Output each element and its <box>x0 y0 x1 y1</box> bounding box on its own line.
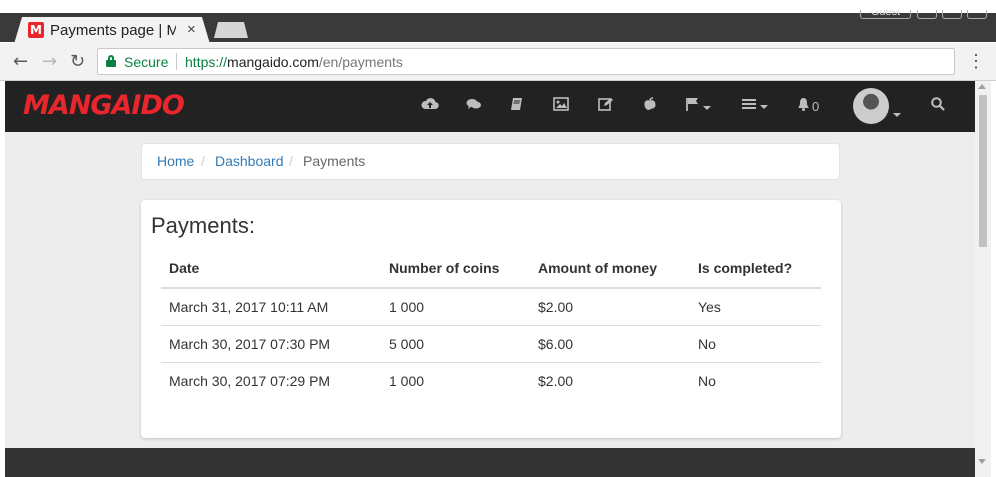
chevron-down-icon <box>703 105 711 110</box>
secure-label: Secure <box>124 54 169 70</box>
comments-icon[interactable] <box>466 97 482 115</box>
column-header-completed: Is completed? <box>698 260 793 276</box>
address-separator <box>176 53 177 70</box>
column-header-date: Date <box>169 260 200 276</box>
table-cell-completed: Yes <box>698 299 721 315</box>
scroll-up-arrow-icon[interactable] <box>978 84 986 89</box>
upload-cloud-icon[interactable] <box>421 97 439 115</box>
notifications-count: 0 <box>812 99 820 114</box>
table-header-divider <box>161 287 821 289</box>
url-text[interactable]: https://mangaido.com/en/payments <box>185 54 403 70</box>
table-cell-completed: No <box>698 336 716 352</box>
tab-favicon-icon: M <box>28 22 44 38</box>
breadcrumb-dashboard-link[interactable]: Dashboard <box>215 153 284 170</box>
column-header-amount: Amount of money <box>538 260 657 276</box>
page-title: Payments: <box>151 213 255 238</box>
breadcrumb-divider: / <box>201 153 205 169</box>
new-tab-button[interactable] <box>214 22 248 38</box>
table-row-divider <box>161 362 821 363</box>
search-icon[interactable] <box>931 97 945 115</box>
maximize-window-button[interactable] <box>942 10 962 19</box>
list-icon[interactable] <box>742 97 768 115</box>
book-icon[interactable] <box>510 97 523 115</box>
table-cell-amount: $6.00 <box>538 336 574 352</box>
edit-icon[interactable] <box>598 97 613 115</box>
back-arrow-icon[interactable]: ← <box>13 52 28 72</box>
chevron-down-icon <box>760 104 768 109</box>
table-cell-coins: 1 000 <box>389 373 425 389</box>
apple-icon[interactable] <box>643 97 657 115</box>
breadcrumb-home-link[interactable]: Home <box>157 153 194 170</box>
table-cell-amount: $2.00 <box>538 299 574 315</box>
tab-close-icon[interactable]: × <box>187 21 196 39</box>
breadcrumb-current: Payments <box>303 153 366 169</box>
url-scheme: https:// <box>185 54 228 70</box>
close-window-button[interactable] <box>967 10 987 19</box>
url-domain: mangaido.com <box>227 54 319 70</box>
forward-arrow-icon[interactable]: → <box>42 52 57 72</box>
chevron-down-icon[interactable] <box>893 105 901 123</box>
table-cell-date: March 30, 2017 07:29 PM <box>169 373 331 389</box>
guest-profile-button[interactable]: Guest <box>860 10 911 19</box>
table-row-divider <box>161 325 821 326</box>
scrollbar-thumb[interactable] <box>979 95 987 247</box>
table-cell-coins: 1 000 <box>389 299 425 315</box>
avatar[interactable] <box>853 88 889 124</box>
site-footer <box>5 448 975 477</box>
site-logo[interactable]: MANGAIDO <box>23 90 185 122</box>
scroll-down-arrow-icon[interactable] <box>978 459 986 464</box>
bell-icon[interactable]: 0 <box>797 97 819 115</box>
table-cell-completed: No <box>698 373 716 389</box>
table-cell-date: March 30, 2017 07:30 PM <box>169 336 331 352</box>
url-path: /en/payments <box>318 54 403 70</box>
lock-icon <box>106 55 116 67</box>
reload-icon[interactable]: ↻ <box>70 52 85 72</box>
image-icon[interactable] <box>553 97 569 115</box>
minimize-window-button[interactable] <box>917 10 937 19</box>
flag-icon[interactable] <box>686 97 711 115</box>
tab-title: Payments page | Mangaido <box>50 22 176 39</box>
breadcrumb-divider: / <box>289 153 293 169</box>
kebab-menu-icon[interactable]: ⋮ <box>967 51 985 71</box>
column-header-coins: Number of coins <box>389 260 500 276</box>
table-cell-coins: 5 000 <box>389 336 425 352</box>
table-cell-date: March 31, 2017 10:11 AM <box>169 299 329 315</box>
table-cell-amount: $2.00 <box>538 373 574 389</box>
